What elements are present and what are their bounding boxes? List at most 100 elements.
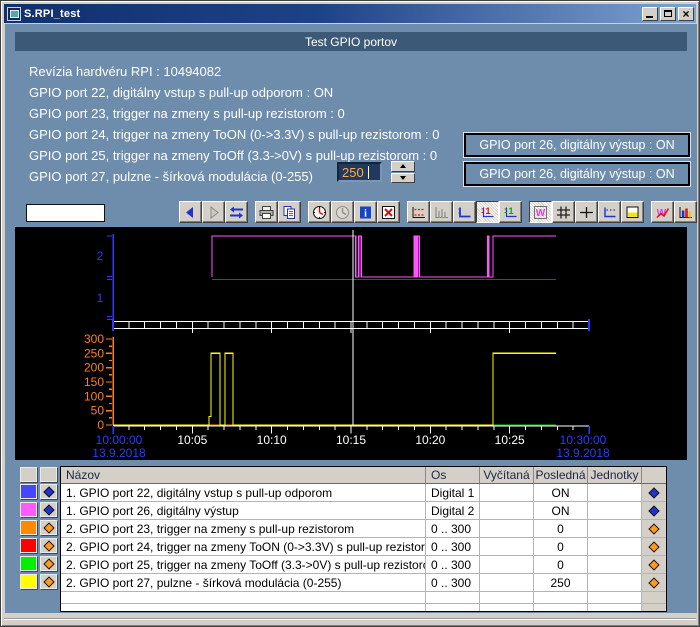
cell-os: 0 .. 300: [426, 538, 480, 555]
grid-button[interactable]: [552, 201, 575, 223]
series-marker-box[interactable]: [40, 520, 57, 535]
maximize-button[interactable]: [660, 7, 676, 21]
cell-name: 2. GPIO port 27, pulzne - šírková modulá…: [61, 574, 426, 591]
table-row[interactable]: 1. GPIO port 22, digitálny vstup s pull-…: [61, 484, 666, 502]
toolbar-group: [179, 201, 248, 223]
row-marker-cell[interactable]: [642, 520, 666, 537]
legend-box-button[interactable]: [621, 201, 644, 223]
axis-cross-button[interactable]: [575, 201, 598, 223]
column-header[interactable]: Jednotky: [588, 467, 642, 483]
diamond-marker-icon: [648, 523, 659, 534]
info-line-2: GPIO port 22, digitálny vstup s pull-up …: [29, 82, 440, 103]
cell-posledna: 0: [534, 538, 588, 555]
row-marker-cell[interactable]: [642, 502, 666, 519]
pwm-value-input[interactable]: [337, 162, 382, 182]
minimize-button[interactable]: [642, 7, 658, 21]
series-color-swatch[interactable]: [20, 484, 37, 499]
legend-box-icon: [624, 205, 641, 220]
column-header[interactable]: Názov: [61, 467, 426, 483]
series-marker-box[interactable]: [40, 574, 57, 589]
print-button[interactable]: [255, 201, 278, 223]
series-color-swatch[interactable]: [20, 574, 37, 589]
pwm-spinner: [391, 161, 415, 183]
column-header[interactable]: Os: [426, 467, 480, 483]
curve-w-button[interactable]: W: [529, 201, 552, 223]
prev-arrow-button[interactable]: [179, 201, 202, 223]
time-tick-label: 10:20: [415, 433, 445, 447]
series-marker-box[interactable]: [40, 502, 57, 517]
curve-red-icon: W: [654, 205, 671, 220]
row-marker-cell[interactable]: [642, 484, 666, 501]
row-marker-cell[interactable]: [642, 574, 666, 591]
table-row[interactable]: 1. GPIO port 26, digitálny výstupDigital…: [61, 502, 666, 520]
cell-name: 1. GPIO port 22, digitálny vstup s pull-…: [61, 484, 426, 501]
clock-stopped-icon: [334, 205, 351, 220]
series-color-swatch[interactable]: [20, 520, 37, 535]
cell-name: 2. GPIO port 23, trigger na zmeny s pull…: [61, 520, 426, 537]
column-header[interactable]: Posledná: [534, 467, 588, 483]
marker-header-box[interactable]: [40, 467, 57, 482]
svg-text:1: 1: [485, 206, 490, 216]
title-bar[interactable]: S.RPI_test ×: [4, 4, 696, 23]
clock-realtime-button[interactable]: [308, 201, 331, 223]
info-line-3: GPIO port 23, trigger na zmeny s pull-up…: [29, 103, 440, 124]
curve-red-button[interactable]: W: [651, 201, 674, 223]
table-row[interactable]: 2. GPIO port 27, pulzne - šírková modulá…: [61, 574, 666, 592]
spinner-up-button[interactable]: [391, 161, 415, 172]
table-row[interactable]: 2. GPIO port 25, trigger na zmeny ToOff …: [61, 556, 666, 574]
close-icon: ×: [679, 8, 693, 20]
empty-cell: [426, 592, 480, 603]
table-row[interactable]: 2. GPIO port 24, trigger na zmeny ToON (…: [61, 538, 666, 556]
copy-icon: [281, 205, 298, 220]
toolbar-group: W: [651, 201, 697, 223]
row-marker-cell[interactable]: [642, 556, 666, 573]
analog-tick-label: 200: [84, 361, 104, 375]
axis-histogram-button[interactable]: [430, 201, 453, 223]
column-header[interactable]: Vyčítaná: [480, 467, 534, 483]
svg-text:W: W: [536, 208, 546, 219]
empty-marker-cell: [642, 592, 666, 603]
series-marker-box[interactable]: [40, 556, 57, 571]
axis-single-button[interactable]: [453, 201, 476, 223]
chart-canvas[interactable]: 2105010015020025030010:0510:1010:1510:20…: [15, 227, 687, 460]
spinner-down-button[interactable]: [391, 173, 415, 184]
empty-cell: [480, 604, 534, 611]
bar-chart-button[interactable]: [674, 201, 697, 223]
pan-horizontal-button[interactable]: [225, 201, 248, 223]
copy-button[interactable]: [278, 201, 301, 223]
gpio26-toggle-button-1[interactable]: GPIO port 26, digitálny výstup : ON: [464, 133, 690, 157]
axis-dotted-button[interactable]: [598, 201, 621, 223]
axis-numbered-red-button[interactable]: 1: [476, 201, 499, 223]
cell-os: 0 .. 300: [426, 520, 480, 537]
gpio26-toggle-button-2[interactable]: GPIO port 26, digitálny výstup : ON: [464, 162, 690, 186]
clock-stopped-button[interactable]: [331, 201, 354, 223]
next-arrow-button[interactable]: [202, 201, 225, 223]
series-color-swatch[interactable]: [20, 538, 37, 553]
close-chart-button[interactable]: [377, 201, 400, 223]
series-color-swatch[interactable]: [20, 502, 37, 517]
cell-jednotky: [588, 520, 642, 537]
info-line-1: Revízia hardvéru RPI : 10494082: [29, 61, 440, 82]
empty-cell: [588, 592, 642, 603]
series-marker-box[interactable]: [40, 538, 57, 553]
axis-single-icon: [456, 205, 473, 220]
axis-histogram-icon: [433, 205, 450, 220]
series-color-swatch[interactable]: [20, 556, 37, 571]
axis-numbered-green-button[interactable]: 1: [499, 201, 522, 223]
chart-area[interactable]: 2105010015020025030010:0510:1010:1510:20…: [15, 227, 687, 460]
swatch-header-box[interactable]: [20, 467, 37, 482]
app-icon: [7, 7, 21, 21]
signal-table[interactable]: NázovOsVyčítanáPoslednáJednotky 1. GPIO p…: [60, 466, 667, 612]
table-row[interactable]: 2. GPIO port 23, trigger na zmeny s pull…: [61, 520, 666, 538]
series-marker-box[interactable]: [40, 484, 57, 499]
chart-time-textbox[interactable]: [26, 204, 105, 222]
axis-limits-button[interactable]: [407, 201, 430, 223]
empty-cell: [534, 604, 588, 611]
cell-posledna: 250: [534, 574, 588, 591]
close-button[interactable]: ×: [678, 7, 694, 21]
close-chart-icon: [380, 205, 397, 220]
info-button[interactable]: i: [354, 201, 377, 223]
row-marker-cell[interactable]: [642, 538, 666, 555]
cell-jednotky: [588, 502, 642, 519]
axis-dotted-icon: [601, 205, 618, 220]
